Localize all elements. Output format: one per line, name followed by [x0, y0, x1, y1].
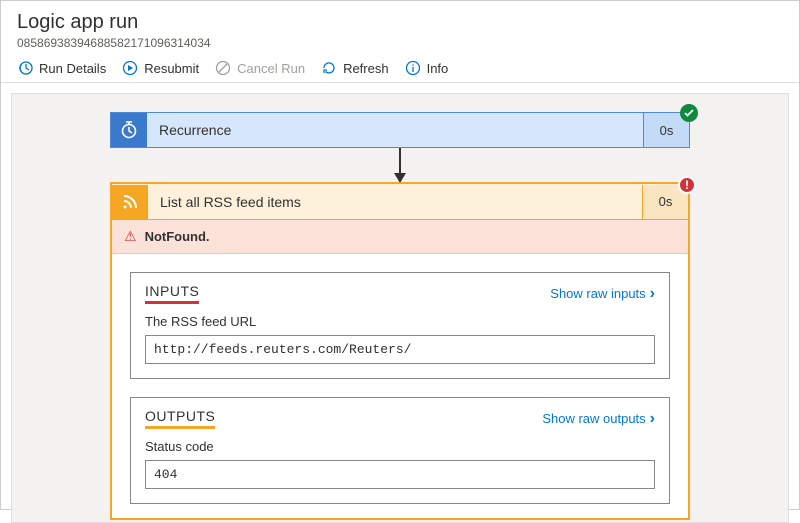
info-icon: [405, 60, 421, 76]
input-field-label: The RSS feed URL: [145, 314, 655, 329]
output-field-label: Status code: [145, 439, 655, 454]
run-id: 08586938394688582171096314034: [17, 36, 783, 50]
cancel-icon: [215, 60, 231, 76]
step-rss-header[interactable]: List all RSS feed items 0s: [112, 184, 688, 220]
page-header: Logic app run 08586938394688582171096314…: [1, 1, 799, 56]
warning-icon: ⚠: [124, 228, 137, 245]
check-icon: [684, 108, 694, 118]
info-button[interactable]: Info: [405, 60, 449, 76]
error-badge: !: [678, 176, 696, 194]
resubmit-icon: [122, 60, 138, 76]
run-details-button[interactable]: Run Details: [17, 60, 106, 76]
input-field-value: http://feeds.reuters.com/Reuters/: [145, 335, 655, 364]
refresh-icon: [321, 60, 337, 76]
cancel-run-button: Cancel Run: [215, 60, 305, 76]
designer-canvas: Recurrence 0s ! List all RSS feed items …: [11, 93, 789, 523]
step-recurrence: Recurrence 0s: [110, 112, 690, 148]
error-bar: ⚠ NotFound.: [112, 220, 688, 254]
success-badge: [680, 104, 698, 122]
step-recurrence-header[interactable]: Recurrence 0s: [110, 112, 690, 148]
rss-icon: [112, 185, 148, 219]
chevron-right-icon: ›: [650, 285, 655, 303]
output-field-value: 404: [145, 460, 655, 489]
show-raw-outputs-link[interactable]: Show raw outputs ›: [542, 410, 655, 428]
clock-icon: [111, 113, 147, 147]
refresh-button[interactable]: Refresh: [321, 60, 389, 76]
outputs-panel: OUTPUTS Show raw outputs › Status code 4…: [130, 397, 670, 504]
connector-arrow: [399, 148, 401, 182]
resubmit-button[interactable]: Resubmit: [122, 60, 199, 76]
step-rss: ! List all RSS feed items 0s ⚠ NotFound.…: [110, 182, 690, 520]
chevron-right-icon: ›: [650, 410, 655, 428]
inputs-panel: INPUTS Show raw inputs › The RSS feed UR…: [130, 272, 670, 379]
step-recurrence-title: Recurrence: [147, 122, 643, 138]
step-rss-title: List all RSS feed items: [148, 194, 642, 210]
page-title: Logic app run: [17, 11, 783, 34]
show-raw-inputs-link[interactable]: Show raw inputs ›: [550, 285, 655, 303]
history-icon: [17, 60, 33, 76]
toolbar: Run Details Resubmit Cancel Run Refresh …: [1, 56, 799, 83]
outputs-section-label: OUTPUTS: [145, 408, 215, 429]
error-text: NotFound.: [145, 229, 210, 244]
inputs-section-label: INPUTS: [145, 283, 199, 304]
